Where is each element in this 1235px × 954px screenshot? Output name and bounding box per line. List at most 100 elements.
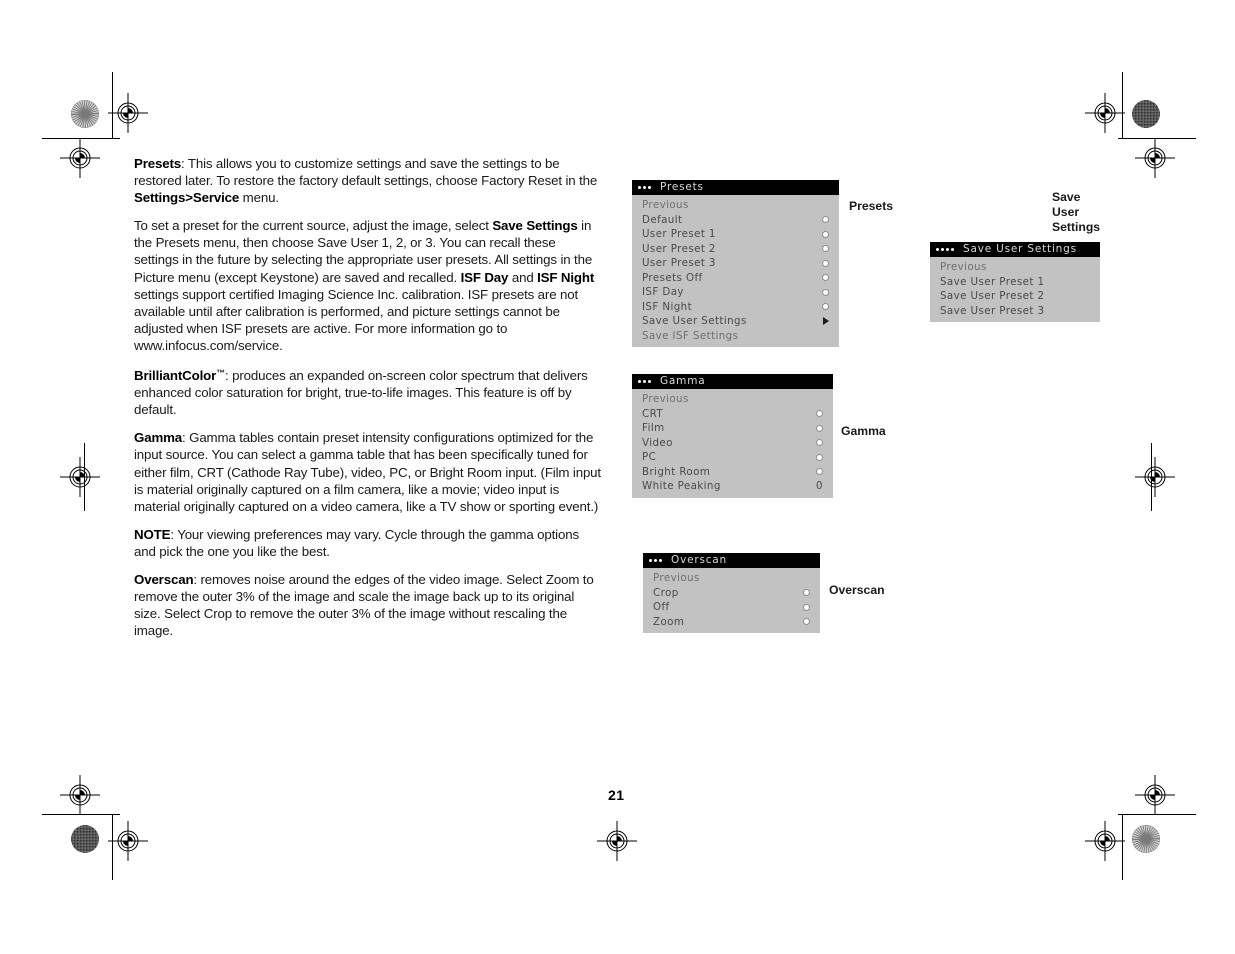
overscan-menu-rows: Previous Crop Off Zoom [643, 568, 820, 633]
registration-target-icon [60, 138, 100, 178]
menu-item[interactable]: User Preset 1 [632, 227, 839, 242]
radio-button-icon[interactable] [822, 230, 829, 238]
menu-item-label: Previous [653, 572, 700, 585]
menu-item-label: Save User Preset 2 [940, 290, 1045, 303]
radio-button-icon[interactable] [816, 410, 823, 418]
registration-target-icon [1135, 775, 1175, 815]
menu-item[interactable]: Film [632, 421, 833, 436]
paragraph-brilliantcolor: BrilliantColor™: produces an expanded on… [134, 368, 588, 418]
menu-item-label: ISF Day [642, 286, 684, 299]
menu-item[interactable]: Crop [643, 586, 820, 601]
menu-item[interactable]: Video [632, 436, 833, 451]
density-patch-screen-icon [1132, 825, 1160, 853]
menu-item-label: Save User Preset 3 [940, 304, 1045, 317]
crop-mark-line [1118, 814, 1196, 815]
menu-item-label: ISF Night [642, 300, 693, 313]
registration-target-icon [60, 775, 100, 815]
radio-button-icon[interactable] [822, 303, 829, 311]
menu-item-label: Bright Room [642, 465, 711, 478]
gamma-menu-titlebar: Gamma [632, 374, 833, 389]
menu-item-value: 0 [816, 480, 823, 493]
radio-button-icon[interactable] [822, 288, 829, 296]
menu-item-label: Presets Off [642, 271, 703, 284]
menu-item-label: Previous [642, 393, 689, 406]
overscan-menu-titlebar: Overscan [643, 553, 820, 568]
menu-item[interactable]: Save User Preset 1 [930, 275, 1100, 290]
submenu-arrow-icon[interactable] [823, 317, 829, 326]
save-user-settings-osd-menu[interactable]: Save User Settings Previous Save User Pre… [930, 242, 1100, 322]
presets-menu-rows: Previous Default User Preset 1 User Preset … [632, 195, 839, 347]
radio-button-icon[interactable] [816, 439, 823, 447]
paragraph-presets: Presets: This allows you to customize se… [134, 156, 598, 206]
menu-item[interactable]: Off [643, 600, 820, 615]
density-patch-screen-icon [71, 100, 99, 128]
menu-item[interactable]: Zoom [643, 615, 820, 630]
menu-item[interactable]: ISF Night [632, 300, 839, 315]
radio-button-icon[interactable] [803, 618, 810, 626]
radio-button-icon[interactable] [822, 259, 829, 267]
menu-item-label: User Preset 1 [642, 228, 716, 241]
menu-item[interactable]: User Preset 3 [632, 256, 839, 271]
presets-menu-title: Presets [660, 181, 704, 193]
radio-button-icon[interactable] [816, 468, 823, 476]
menu-item[interactable]: Bright Room [632, 465, 833, 480]
overscan-osd-menu[interactable]: Overscan Previous Crop Off Zoom [643, 553, 820, 633]
radio-button-icon[interactable] [822, 245, 829, 253]
menu-item[interactable]: PC [632, 450, 833, 465]
density-patch-dark-icon [71, 825, 99, 853]
registration-target-icon [1085, 821, 1125, 861]
menu-item-label: Zoom [653, 615, 685, 628]
gamma-osd-menu[interactable]: Gamma Previous CRT Film Video PC Bright Room W… [632, 374, 833, 498]
menu-item[interactable]: Save ISF Settings [632, 329, 839, 344]
gamma-menu-rows: Previous CRT Film Video PC Bright Room White P… [632, 389, 833, 498]
menu-item-label: Previous [642, 199, 689, 212]
radio-button-icon[interactable] [822, 216, 829, 224]
radio-button-icon[interactable] [816, 424, 823, 432]
menu-item[interactable]: Save User Settings [632, 314, 839, 329]
radio-button-icon[interactable] [803, 603, 810, 611]
presets-osd-menu[interactable]: Presets Previous Default User Preset 1 User… [632, 180, 839, 347]
menu-item[interactable]: Save User Preset 2 [930, 289, 1100, 304]
crop-mark-line [42, 814, 120, 815]
paragraph-save-settings: To set a preset for the current source, … [134, 218, 595, 353]
menu-item-label: PC [642, 451, 657, 464]
save-user-settings-menu-titlebar: Save User Settings [930, 242, 1100, 257]
menu-item-label: CRT [642, 407, 664, 420]
menu-item[interactable]: Default [632, 213, 839, 228]
registration-target-icon [1135, 138, 1175, 178]
gamma-callout-label: Gamma [841, 424, 886, 438]
menu-item-label: Save ISF Settings [642, 329, 739, 342]
menu-item-label: Crop [653, 586, 679, 599]
menu-level-dots-icon [638, 186, 651, 189]
menu-item[interactable]: ISF Day [632, 285, 839, 300]
menu-item[interactable]: Presets Off [632, 271, 839, 286]
menu-item[interactable]: User Preset 2 [632, 242, 839, 257]
registration-target-icon [1085, 93, 1125, 133]
gamma-menu-title: Gamma [660, 375, 706, 387]
menu-item-label: User Preset 3 [642, 257, 716, 270]
registration-target-icon [60, 457, 100, 497]
menu-item[interactable]: Previous [643, 571, 820, 586]
registration-target-icon [1135, 457, 1175, 497]
menu-level-dots-icon [649, 559, 662, 562]
registration-target-icon [108, 821, 148, 861]
menu-item[interactable]: White Peaking 0 [632, 479, 833, 494]
menu-item[interactable]: CRT [632, 407, 833, 422]
presets-callout-label: Presets [849, 199, 894, 213]
article-text-column: Presets: This allows you to customize se… [134, 155, 602, 650]
menu-item[interactable]: Previous [930, 260, 1100, 275]
menu-item[interactable]: Previous [632, 198, 839, 213]
registration-target-icon [597, 821, 637, 861]
radio-button-icon[interactable] [816, 453, 823, 461]
menu-item[interactable]: Previous [632, 392, 833, 407]
menu-level-dots-icon [936, 248, 954, 251]
radio-button-icon[interactable] [803, 589, 810, 597]
overscan-callout-label: Overscan [829, 583, 885, 597]
radio-button-icon[interactable] [822, 274, 829, 282]
presets-menu-titlebar: Presets [632, 180, 839, 195]
menu-item-label: Video [642, 436, 673, 449]
paragraph-overscan: Overscan: removes noise around the edges… [134, 571, 594, 639]
menu-item[interactable]: Save User Preset 3 [930, 304, 1100, 319]
page-number: 21 [608, 787, 625, 803]
menu-item-label: White Peaking [642, 480, 721, 493]
